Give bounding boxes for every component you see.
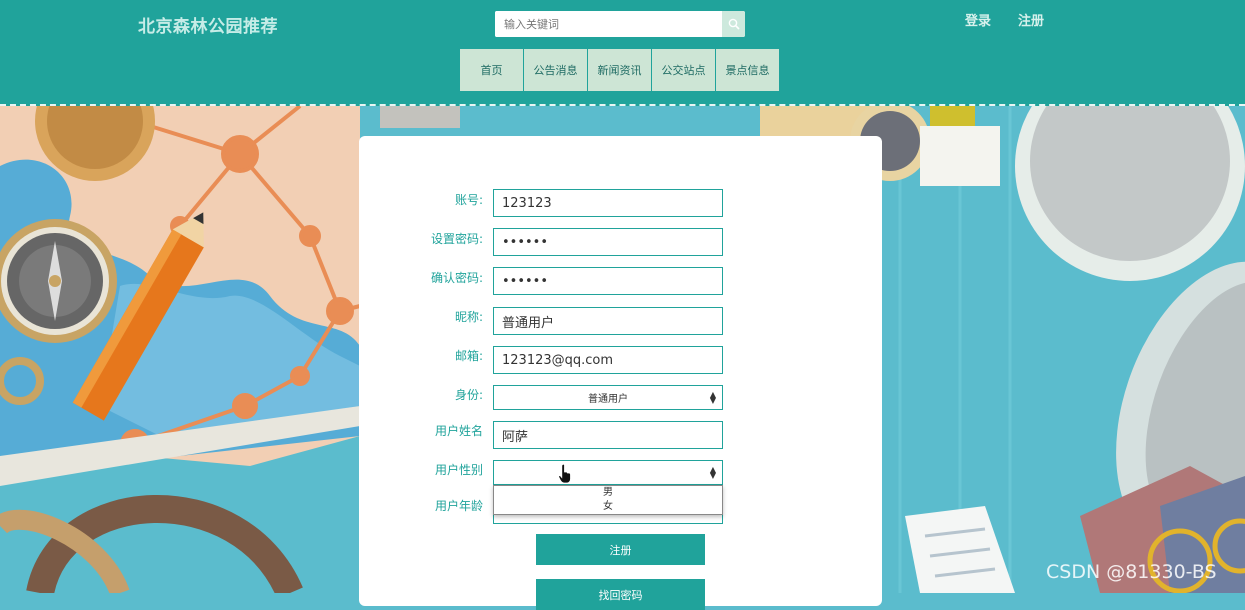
age-label: 用户年龄 <box>434 499 483 513</box>
top-header: 北京森林公园推荐 登录 注册 首页 公告消息 新闻资讯 公交站点 景点信息 <box>0 0 1245 106</box>
hand-cursor-icon <box>558 464 571 484</box>
search-box <box>495 11 745 37</box>
password-label: 设置密码: <box>430 232 483 246</box>
recover-password-button[interactable]: 找回密码 <box>536 579 705 610</box>
nav-item-home[interactable]: 首页 <box>460 49 523 91</box>
search-icon <box>728 18 740 30</box>
identity-select[interactable]: 普通用户 ▲ ▼ <box>493 385 723 410</box>
register-submit-button[interactable]: 注册 <box>536 534 705 565</box>
email-input[interactable] <box>493 346 723 374</box>
identity-label: 身份: <box>454 388 483 402</box>
confirm-password-input[interactable] <box>493 267 723 295</box>
password-input[interactable] <box>493 228 723 256</box>
nickname-label: 昵称: <box>454 310 483 324</box>
search-button[interactable] <box>722 11 745 37</box>
nav-item-attractions[interactable]: 景点信息 <box>716 49 779 91</box>
nav-item-bus-stops[interactable]: 公交站点 <box>652 49 715 91</box>
gender-dropdown-list: 男 女 <box>493 485 723 515</box>
account-input[interactable] <box>493 189 723 217</box>
identity-select-value: 普通用户 <box>588 394 628 405</box>
register-link[interactable]: 注册 <box>1018 10 1044 29</box>
real-name-input[interactable] <box>493 421 723 449</box>
select-arrows-icon: ▲ ▼ <box>709 390 716 405</box>
register-form-card: 账号: 设置密码: 确认密码: 昵称: 邮箱: 身份: 普通用户 ▲▼ 用户姓名… <box>359 136 882 610</box>
nickname-input[interactable] <box>493 307 723 335</box>
gender-option-male[interactable]: 男 <box>494 486 722 500</box>
account-label: 账号: <box>454 193 483 207</box>
site-title: 北京森林公园推荐 <box>138 17 278 37</box>
watermark-text: CSDN @81330-BS <box>1046 561 1217 583</box>
email-label: 邮箱: <box>454 349 483 363</box>
gender-label: 用户性别 <box>434 463 483 477</box>
nav-item-news[interactable]: 新闻资讯 <box>588 49 651 91</box>
login-link[interactable]: 登录 <box>965 10 991 29</box>
real-name-label: 用户姓名 <box>434 424 483 438</box>
confirm-password-label: 确认密码: <box>430 271 483 285</box>
select-arrows-icon: ▲ ▼ <box>709 465 716 480</box>
nav-item-announcements[interactable]: 公告消息 <box>524 49 587 91</box>
gender-option-female[interactable]: 女 <box>494 500 722 514</box>
search-input[interactable] <box>495 11 713 37</box>
gender-select[interactable]: ▲ ▼ <box>493 460 723 485</box>
main-nav: 首页 公告消息 新闻资讯 公交站点 景点信息 <box>460 49 780 91</box>
